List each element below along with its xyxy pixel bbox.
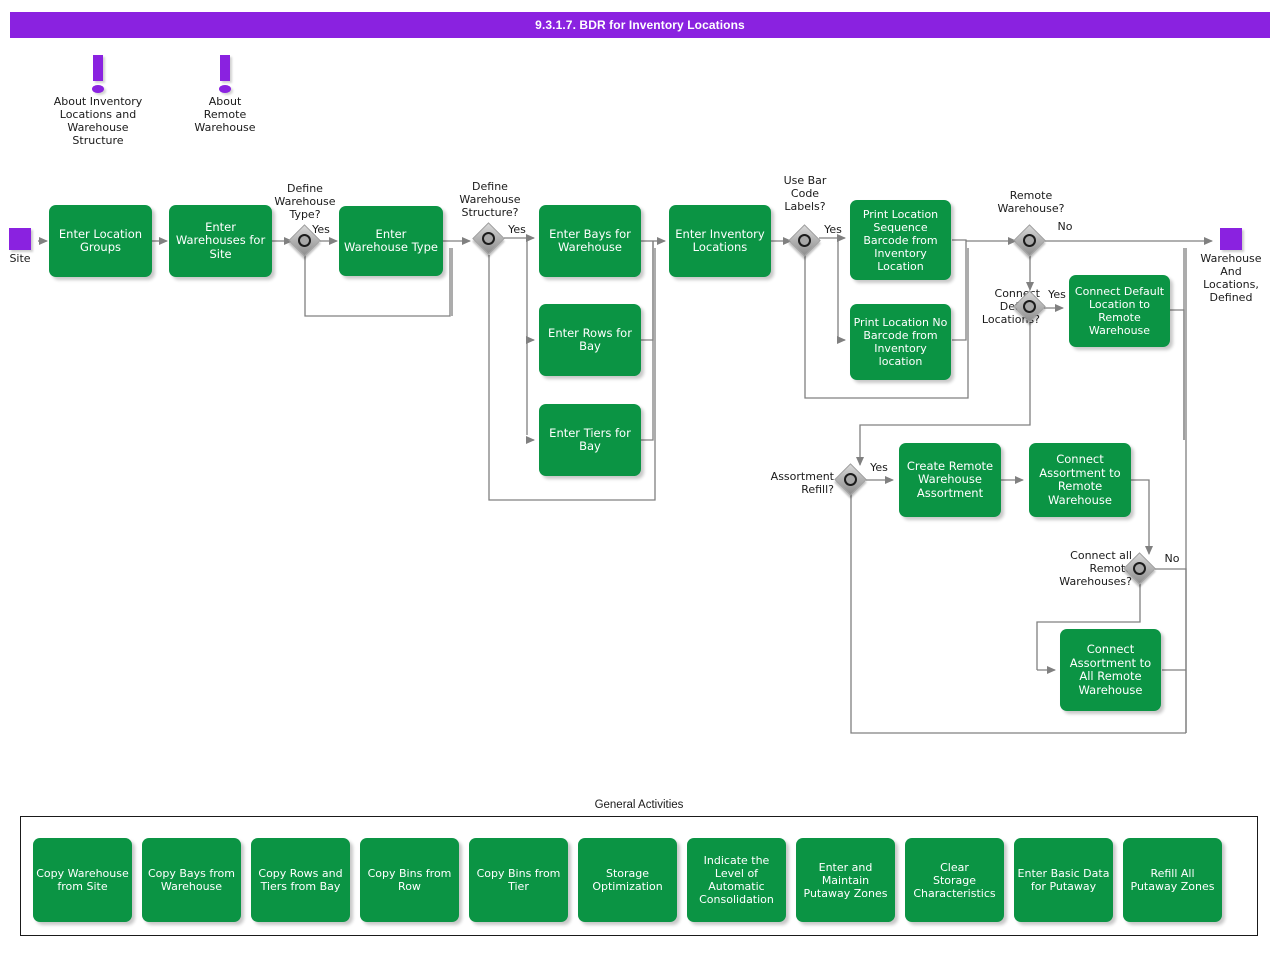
gateway-define-warehouse-type[interactable] <box>288 224 321 257</box>
end-event-warehouse-and-locations-defined[interactable]: Warehouse And Locations, Defined <box>1196 228 1266 304</box>
gateway-circle-icon <box>1023 234 1036 247</box>
general-activities-list: Copy Warehouse from Site Copy Bays from … <box>33 838 1222 922</box>
general-activity-label: Copy Rows and Tiers from Bay <box>258 867 343 893</box>
activity-enter-inventory-locations[interactable]: Enter Inventory Locations <box>669 205 771 277</box>
gateway-connect-all-remote-warehouses[interactable] <box>1123 552 1156 585</box>
activity-label: Print Location No Barcode from Inventory… <box>853 316 948 368</box>
gateway-branch-remote-warehouse: No <box>1057 220 1073 233</box>
gateway-label-define-warehouse-structure: Define Warehouse Structure? <box>459 180 521 219</box>
diagram-canvas: 9.3.1.7. BDR for Inventory Locations Abo… <box>0 0 1280 953</box>
activity-label: Connect Assortment to Remote Warehouse <box>1039 452 1121 507</box>
activity-label: Enter Tiers for Bay <box>549 425 631 453</box>
activity-label: Enter Bays for Warehouse <box>549 226 631 254</box>
general-activity-label: Copy Warehouse from Site <box>36 867 129 893</box>
gateway-branch-assortment-refill: Yes <box>870 461 888 474</box>
gateway-circle-icon <box>298 234 311 247</box>
activity-create-remote-warehouse-assortment[interactable]: Create Remote Warehouse Assortment <box>899 443 1001 517</box>
general-activity-item[interactable]: Copy Bins from Row <box>360 838 459 922</box>
activity-label: Connect Default Location to Remote Wareh… <box>1074 285 1165 337</box>
activity-connect-assortment-to-all-remote-warehouse[interactable]: Connect Assortment to All Remote Warehou… <box>1060 629 1161 711</box>
note-label: About Remote Warehouse <box>194 95 256 134</box>
gateway-circle-icon <box>844 473 857 486</box>
activity-enter-rows-for-bay[interactable]: Enter Rows for Bay <box>539 304 641 376</box>
general-activity-label: Storage Optimization <box>592 867 663 893</box>
general-activity-label: Clear Storage Characteristics <box>913 860 996 900</box>
general-activities-title: General Activities <box>594 799 684 811</box>
general-activity-item[interactable]: Storage Optimization <box>578 838 677 922</box>
gateway-branch-connect-default-locations: Yes <box>1048 288 1066 301</box>
gateway-label-assortment-refill: Assortment Refill? <box>770 470 834 496</box>
general-activity-label: Refill All Putaway Zones <box>1130 867 1215 893</box>
activity-label: Enter Location Groups <box>58 226 143 254</box>
general-activity-item[interactable]: Enter Basic Data for Putaway <box>1014 838 1113 922</box>
start-event-site[interactable]: Site <box>2 228 38 265</box>
gateway-assortment-refill[interactable] <box>834 463 867 496</box>
activity-enter-bays-for-warehouse[interactable]: Enter Bays for Warehouse <box>539 205 641 277</box>
gateway-use-bar-code-labels[interactable] <box>788 224 821 257</box>
activity-enter-warehouses-for-site[interactable]: Enter Warehouses for Site <box>169 205 272 277</box>
end-event-label: Warehouse And Locations, Defined <box>1200 252 1262 304</box>
diagram-title-bar: 9.3.1.7. BDR for Inventory Locations <box>10 12 1270 38</box>
gateway-branch-define-warehouse-structure: Yes <box>508 223 526 236</box>
activity-label: Enter Warehouse Type <box>344 226 438 254</box>
general-activity-item[interactable]: Clear Storage Characteristics <box>905 838 1004 922</box>
activity-label: Enter Warehouses for Site <box>175 219 266 261</box>
gateway-label-connect-all-remote-warehouses: Connect all Remote Warehouses? <box>1059 549 1132 588</box>
gateway-circle-icon <box>1023 300 1036 313</box>
gateway-label-remote-warehouse: Remote Warehouse? <box>997 189 1065 215</box>
general-activity-item[interactable]: Refill All Putaway Zones <box>1123 838 1222 922</box>
note-about-remote-warehouse: About Remote Warehouse <box>175 55 275 134</box>
activity-print-location-sequence-barcode[interactable]: Print Location Sequence Barcode from Inv… <box>850 200 951 280</box>
general-activity-label: Copy Bins from Tier <box>476 867 561 893</box>
general-activity-label: Enter and Maintain Putaway Zones <box>803 860 888 900</box>
gateway-label-define-warehouse-type: Define Warehouse Type? <box>274 182 336 221</box>
gateway-branch-use-bar-code-labels: Yes <box>824 223 842 236</box>
general-activity-item[interactable]: Copy Warehouse from Site <box>33 838 132 922</box>
general-activity-label: Copy Bins from Row <box>367 867 452 893</box>
activity-enter-tiers-for-bay[interactable]: Enter Tiers for Bay <box>539 404 641 476</box>
gateway-circle-icon <box>798 234 811 247</box>
start-event-label: Site <box>9 252 31 265</box>
gateway-connect-default-locations[interactable] <box>1013 290 1046 323</box>
activity-label: Create Remote Warehouse Assortment <box>906 458 994 500</box>
note-label: About Inventory Locations and Warehouse … <box>53 95 143 147</box>
activity-enter-warehouse-type[interactable]: Enter Warehouse Type <box>339 206 443 276</box>
note-about-inventory-locations: About Inventory Locations and Warehouse … <box>38 55 158 147</box>
general-activity-item[interactable]: Copy Rows and Tiers from Bay <box>251 838 350 922</box>
activity-label: Connect Assortment to All Remote Warehou… <box>1069 642 1152 697</box>
general-activity-label: Copy Bays from Warehouse <box>147 867 236 893</box>
gateway-label-use-bar-code-labels: Use Bar Code Labels? <box>783 174 827 213</box>
event-marker-icon <box>1220 228 1242 250</box>
page-title: 9.3.1.7. BDR for Inventory Locations <box>535 18 745 32</box>
gateway-branch-connect-all-remote-warehouses: No <box>1164 552 1180 565</box>
activity-connect-default-location-to-remote-warehouse[interactable]: Connect Default Location to Remote Wareh… <box>1069 275 1170 347</box>
general-activity-item[interactable]: Indicate the Level of Automatic Consolid… <box>687 838 786 922</box>
gateway-define-warehouse-structure[interactable] <box>472 222 505 255</box>
activity-print-location-no-barcode[interactable]: Print Location No Barcode from Inventory… <box>850 304 951 380</box>
general-activity-label: Indicate the Level of Automatic Consolid… <box>699 854 774 906</box>
gateway-remote-warehouse[interactable] <box>1013 224 1046 257</box>
general-activity-label: Enter Basic Data for Putaway <box>1017 867 1110 893</box>
general-activity-item[interactable]: Enter and Maintain Putaway Zones <box>796 838 895 922</box>
activity-enter-location-groups[interactable]: Enter Location Groups <box>49 205 152 277</box>
exclamation-icon <box>175 55 275 95</box>
general-activity-item[interactable]: Copy Bays from Warehouse <box>142 838 241 922</box>
activity-label: Enter Rows for Bay <box>548 325 632 353</box>
activity-label: Print Location Sequence Barcode from Inv… <box>862 207 939 273</box>
gateway-circle-icon <box>1133 562 1146 575</box>
exclamation-icon <box>38 55 158 95</box>
activity-connect-assortment-to-remote-warehouse[interactable]: Connect Assortment to Remote Warehouse <box>1029 443 1131 517</box>
gateway-circle-icon <box>482 232 495 245</box>
event-marker-icon <box>9 228 31 250</box>
activity-label: Enter Inventory Locations <box>675 226 765 254</box>
general-activity-item[interactable]: Copy Bins from Tier <box>469 838 568 922</box>
